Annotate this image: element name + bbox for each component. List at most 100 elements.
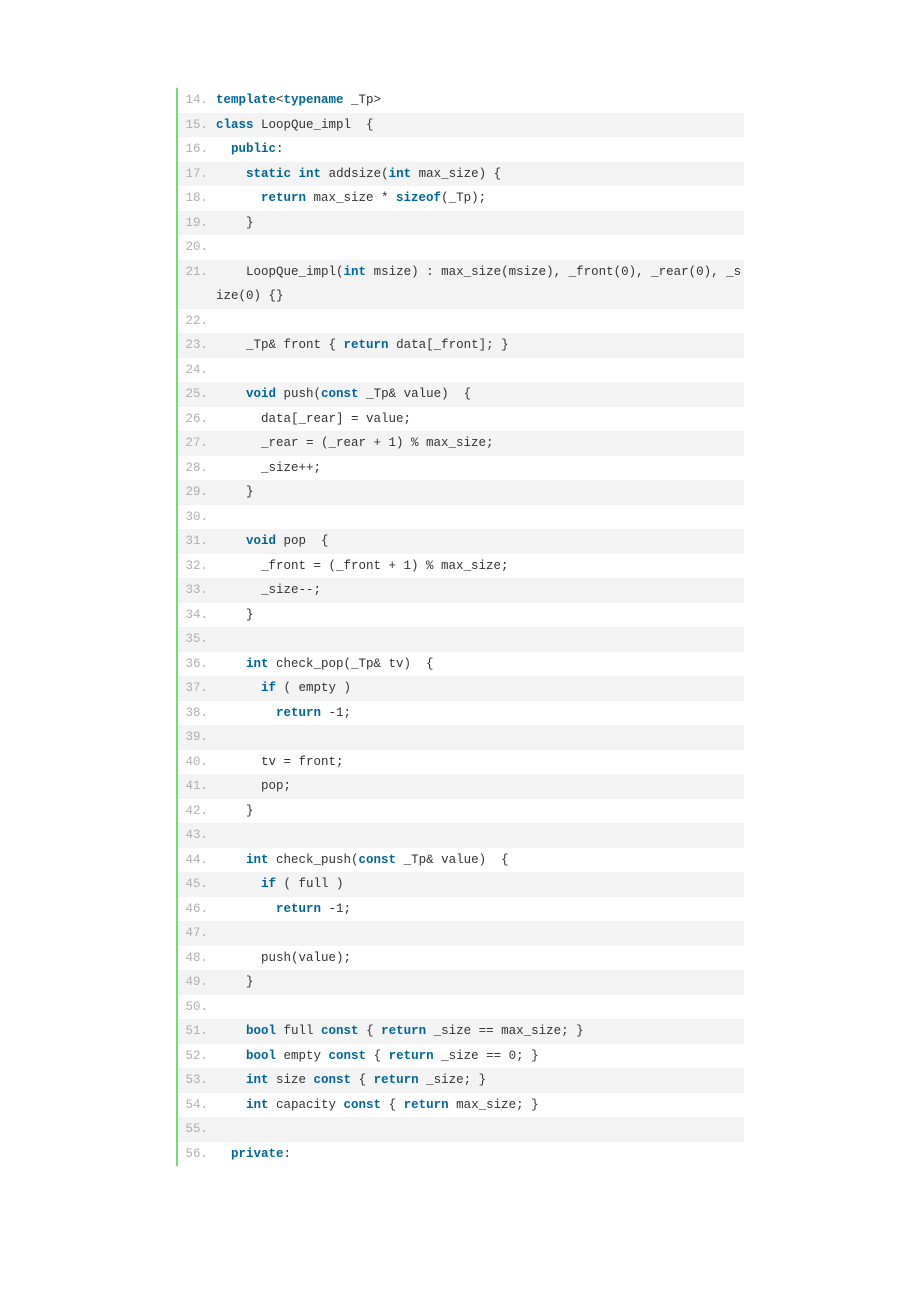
- line-number: 26.: [178, 407, 210, 432]
- line-code: }: [210, 970, 744, 995]
- code-line: 37. if ( empty ): [178, 676, 744, 701]
- line-code: _rear = (_rear + 1) % max_size;: [210, 431, 744, 456]
- line-code: _size--;: [210, 578, 744, 603]
- line-number: 14.: [178, 88, 210, 113]
- line-number: 23.: [178, 333, 210, 358]
- line-code: _size++;: [210, 456, 744, 481]
- code-line: 23. _Tp& front { return data[_front]; }: [178, 333, 744, 358]
- line-number: 30.: [178, 505, 210, 530]
- line-number: 49.: [178, 970, 210, 995]
- line-number: 51.: [178, 1019, 210, 1044]
- line-code: if ( empty ): [210, 676, 744, 701]
- line-number: 17.: [178, 162, 210, 187]
- line-code: return -1;: [210, 897, 744, 922]
- code-line: 16. public:: [178, 137, 744, 162]
- line-number: 54.: [178, 1093, 210, 1118]
- code-line: 46. return -1;: [178, 897, 744, 922]
- line-number: 34.: [178, 603, 210, 628]
- line-number: 50.: [178, 995, 210, 1020]
- line-number: 25.: [178, 382, 210, 407]
- line-code: }: [210, 211, 744, 236]
- line-number: 40.: [178, 750, 210, 775]
- code-line: 25. void push(const _Tp& value) {: [178, 382, 744, 407]
- line-number: 39.: [178, 725, 210, 750]
- code-line: 44. int check_push(const _Tp& value) {: [178, 848, 744, 873]
- code-line: 56. private:: [178, 1142, 744, 1167]
- line-number: 24.: [178, 358, 210, 383]
- code-line: 19. }: [178, 211, 744, 236]
- code-line: 49. }: [178, 970, 744, 995]
- code-line: 50.: [178, 995, 744, 1020]
- code-line: 43.: [178, 823, 744, 848]
- line-number: 15.: [178, 113, 210, 138]
- line-number: 31.: [178, 529, 210, 554]
- code-line: 32. _front = (_front + 1) % max_size;: [178, 554, 744, 579]
- line-number: 16.: [178, 137, 210, 162]
- code-line: 39.: [178, 725, 744, 750]
- line-code: data[_rear] = value;: [210, 407, 744, 432]
- line-code: bool empty const { return _size == 0; }: [210, 1044, 744, 1069]
- code-line: 31. void pop {: [178, 529, 744, 554]
- line-code: return max_size * sizeof(_Tp);: [210, 186, 744, 211]
- line-number: 28.: [178, 456, 210, 481]
- line-code: int size const { return _size; }: [210, 1068, 744, 1093]
- code-line: 28. _size++;: [178, 456, 744, 481]
- code-line: 26. data[_rear] = value;: [178, 407, 744, 432]
- code-line: 21. LoopQue_impl(int msize) : max_size(m…: [178, 260, 744, 309]
- line-number: 35.: [178, 627, 210, 652]
- line-code: int check_push(const _Tp& value) {: [210, 848, 744, 873]
- code-line: 51. bool full const { return _size == ma…: [178, 1019, 744, 1044]
- line-code: pop;: [210, 774, 744, 799]
- code-line: 42. }: [178, 799, 744, 824]
- code-line: 52. bool empty const { return _size == 0…: [178, 1044, 744, 1069]
- code-line: 17. static int addsize(int max_size) {: [178, 162, 744, 187]
- line-code: int capacity const { return max_size; }: [210, 1093, 744, 1118]
- code-line: 45. if ( full ): [178, 872, 744, 897]
- line-code: bool full const { return _size == max_si…: [210, 1019, 744, 1044]
- line-number: 55.: [178, 1117, 210, 1142]
- code-line: 55.: [178, 1117, 744, 1142]
- line-number: 52.: [178, 1044, 210, 1069]
- line-number: 32.: [178, 554, 210, 579]
- line-number: 44.: [178, 848, 210, 873]
- code-line: 53. int size const { return _size; }: [178, 1068, 744, 1093]
- line-code: push(value);: [210, 946, 744, 971]
- code-line: 47.: [178, 921, 744, 946]
- line-number: 20.: [178, 235, 210, 260]
- line-number: 33.: [178, 578, 210, 603]
- line-number: 38.: [178, 701, 210, 726]
- code-line: 27. _rear = (_rear + 1) % max_size;: [178, 431, 744, 456]
- line-number: 36.: [178, 652, 210, 677]
- line-code: void pop {: [210, 529, 744, 554]
- line-code: public:: [210, 137, 744, 162]
- code-line: 15.class LoopQue_impl {: [178, 113, 744, 138]
- line-number: 43.: [178, 823, 210, 848]
- code-block: 14.template<typename _Tp>15.class LoopQu…: [176, 88, 744, 1166]
- line-number: 41.: [178, 774, 210, 799]
- line-number: 18.: [178, 186, 210, 211]
- code-line: 30.: [178, 505, 744, 530]
- code-line: 54. int capacity const { return max_size…: [178, 1093, 744, 1118]
- line-code: if ( full ): [210, 872, 744, 897]
- code-line: 40. tv = front;: [178, 750, 744, 775]
- line-code: _front = (_front + 1) % max_size;: [210, 554, 744, 579]
- line-number: 42.: [178, 799, 210, 824]
- line-number: 46.: [178, 897, 210, 922]
- line-code: static int addsize(int max_size) {: [210, 162, 744, 187]
- line-code: int check_pop(_Tp& tv) {: [210, 652, 744, 677]
- line-code: LoopQue_impl(int msize) : max_size(msize…: [210, 260, 744, 309]
- code-line: 24.: [178, 358, 744, 383]
- line-number: 22.: [178, 309, 210, 334]
- line-code: }: [210, 603, 744, 628]
- code-line: 29. }: [178, 480, 744, 505]
- code-line: 41. pop;: [178, 774, 744, 799]
- code-line: 22.: [178, 309, 744, 334]
- code-line: 35.: [178, 627, 744, 652]
- line-code: template<typename _Tp>: [210, 88, 744, 113]
- line-number: 37.: [178, 676, 210, 701]
- code-line: 18. return max_size * sizeof(_Tp);: [178, 186, 744, 211]
- line-code: return -1;: [210, 701, 744, 726]
- code-line: 14.template<typename _Tp>: [178, 88, 744, 113]
- line-code: }: [210, 480, 744, 505]
- code-line: 34. }: [178, 603, 744, 628]
